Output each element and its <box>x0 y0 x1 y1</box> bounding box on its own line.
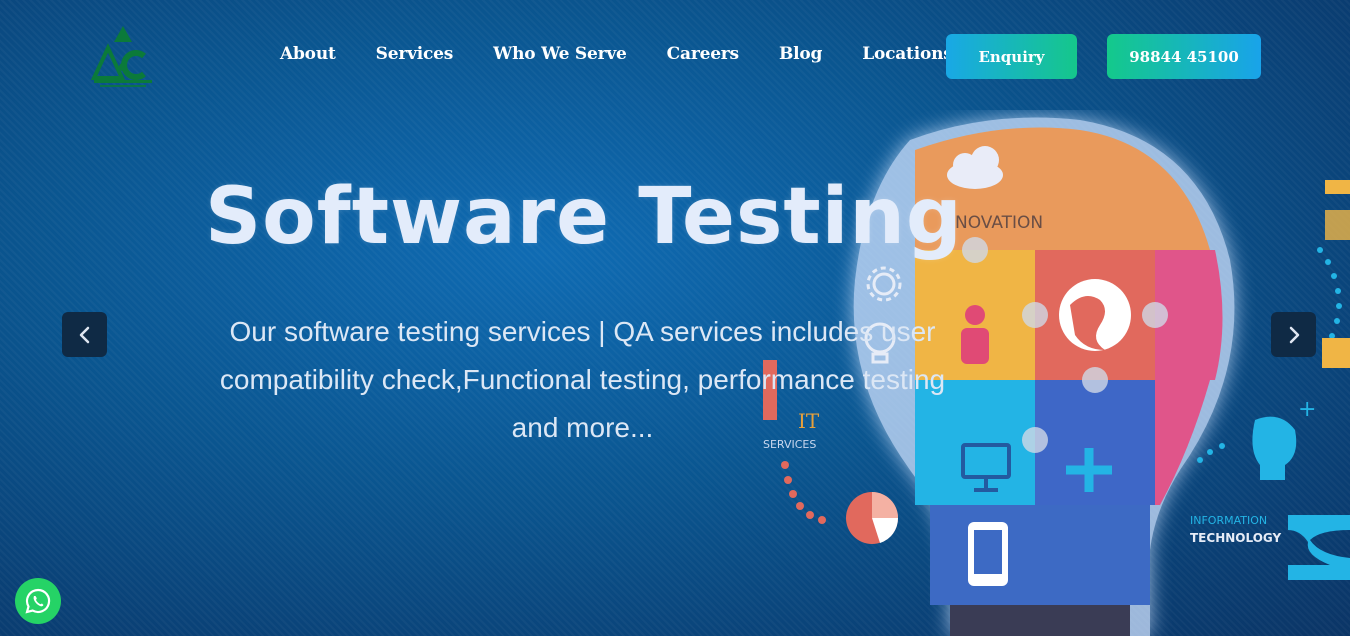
letter-s-icon <box>1288 515 1350 580</box>
technology-label: TECHNOLOGY <box>1190 531 1281 545</box>
nav-about[interactable]: About <box>280 44 336 64</box>
puzzle-base <box>930 505 1150 605</box>
nav-locations[interactable]: Locations <box>862 44 953 64</box>
logo-icon <box>90 26 152 87</box>
head-icon <box>1252 416 1297 480</box>
hero-description: Our software testing services | QA servi… <box>219 316 946 443</box>
main-nav: About Services Who We Serve Careers Blog… <box>280 44 953 64</box>
nav-blog[interactable]: Blog <box>779 44 822 64</box>
phone-button[interactable]: 98844 45100 <box>1107 34 1261 79</box>
information-label: INFORMATION <box>1190 514 1267 527</box>
dotted-path-left <box>781 461 826 524</box>
hero-title: Software Testing <box>205 172 963 262</box>
pie-chart-icon <box>846 492 899 544</box>
plus-small-icon: + <box>1298 397 1316 422</box>
globe-icon <box>1059 279 1131 351</box>
innovation-label: NOVATION <box>955 213 1043 233</box>
site-logo[interactable] <box>88 22 158 90</box>
chevron-left-icon <box>79 326 89 343</box>
nav-careers[interactable]: Careers <box>667 44 739 64</box>
nav-who-we-serve[interactable]: Who We Serve <box>493 44 627 64</box>
hero-carousel: About Services Who We Serve Careers Blog… <box>0 0 1350 636</box>
puzzle-pink-lower <box>1155 380 1210 505</box>
right-orange-block-2 <box>1325 210 1350 240</box>
chevron-right-icon <box>1289 326 1299 343</box>
enquiry-button[interactable]: Enquiry <box>946 34 1077 79</box>
carousel-prev-button[interactable] <box>62 312 107 357</box>
puzzle-blue <box>1035 380 1155 505</box>
smartphone-icon <box>968 522 1008 586</box>
right-orange-block-3 <box>1322 338 1350 368</box>
whatsapp-icon <box>25 588 51 614</box>
person-icon <box>961 305 989 364</box>
right-orange-block <box>1325 180 1350 194</box>
nav-services[interactable]: Services <box>376 44 454 64</box>
carousel-next-button[interactable] <box>1271 312 1316 357</box>
whatsapp-chat-button[interactable] <box>15 578 61 624</box>
bulb-socket <box>950 605 1130 636</box>
